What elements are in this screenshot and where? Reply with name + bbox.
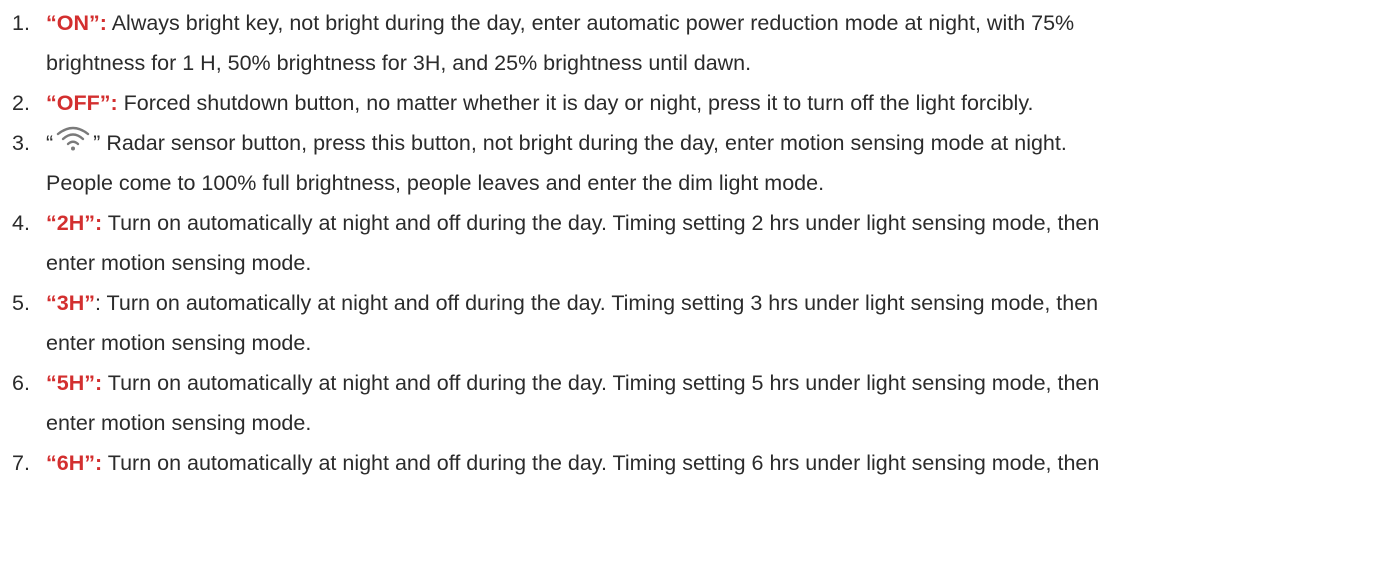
wifi-icon (56, 126, 90, 151)
list-item-off: 2. “OFF”: Forced shutdown button, no mat… (0, 83, 1393, 123)
item-text: : Turn on automatically at night and off… (94, 291, 1099, 315)
item-line: “” Radar sensor button, press this butto… (46, 123, 1373, 163)
item-line: “ON”: Always bright key, not bright duri… (46, 3, 1373, 43)
item-number: 7. (12, 451, 30, 475)
item-line: “3H”: Turn on automatically at night and… (46, 283, 1373, 323)
item-text: Turn on automatically at night and off d… (102, 371, 1100, 395)
item-line: “2H”: Turn on automatically at night and… (46, 203, 1373, 243)
item-number: 2. (12, 91, 30, 115)
item-line-continued: People come to 100% full brightness, peo… (46, 171, 825, 195)
item-line: “OFF”: Forced shutdown button, no matter… (46, 83, 1373, 123)
open-quote: “ (46, 131, 54, 155)
item-text: Radar sensor button, press this button, … (100, 131, 1067, 155)
list-item-on: 1. “ON”: Always bright key, not bright d… (0, 3, 1393, 83)
item-line-continued: enter motion sensing mode. (46, 411, 312, 435)
6h-key-label: “6H”: (46, 451, 103, 475)
list-item-2h: 4. “2H”: Turn on automatically at night … (0, 203, 1393, 283)
item-text: Forced shutdown button, no matter whethe… (117, 91, 1034, 115)
item-line-continued: enter motion sensing mode. (46, 251, 312, 275)
item-number: 1. (12, 11, 30, 35)
item-line: “6H”: Turn on automatically at night and… (46, 443, 1373, 483)
item-text: Turn on automatically at night and off d… (102, 211, 1100, 235)
2h-key-label: “2H”: (46, 211, 103, 235)
list-item-radar: 3. “” Radar sensor button, press this bu… (0, 123, 1393, 203)
3h-key-label: “3H” (46, 291, 95, 315)
item-line-continued: brightness for 1 H, 50% brightness for 3… (46, 51, 752, 75)
item-line: “5H”: Turn on automatically at night and… (46, 363, 1373, 403)
item-number: 4. (12, 211, 30, 235)
5h-key-label: “5H”: (46, 371, 103, 395)
on-key-label: “ON”: (46, 11, 107, 35)
item-text: Always bright key, not bright during the… (106, 11, 1075, 35)
list-item-3h: 5. “3H”: Turn on automatically at night … (0, 283, 1393, 363)
item-number: 5. (12, 291, 30, 315)
item-number: 3. (12, 131, 30, 155)
off-key-label: “OFF”: (46, 91, 118, 115)
instruction-list: 1. “ON”: Always bright key, not bright d… (0, 0, 1393, 571)
list-item-6h: 7. “6H”: Turn on automatically at night … (0, 443, 1393, 483)
item-text: Turn on automatically at night and off d… (102, 451, 1100, 475)
item-line-continued: enter motion sensing mode. (46, 331, 312, 355)
list-item-5h: 6. “5H”: Turn on automatically at night … (0, 363, 1393, 443)
item-number: 6. (12, 371, 30, 395)
